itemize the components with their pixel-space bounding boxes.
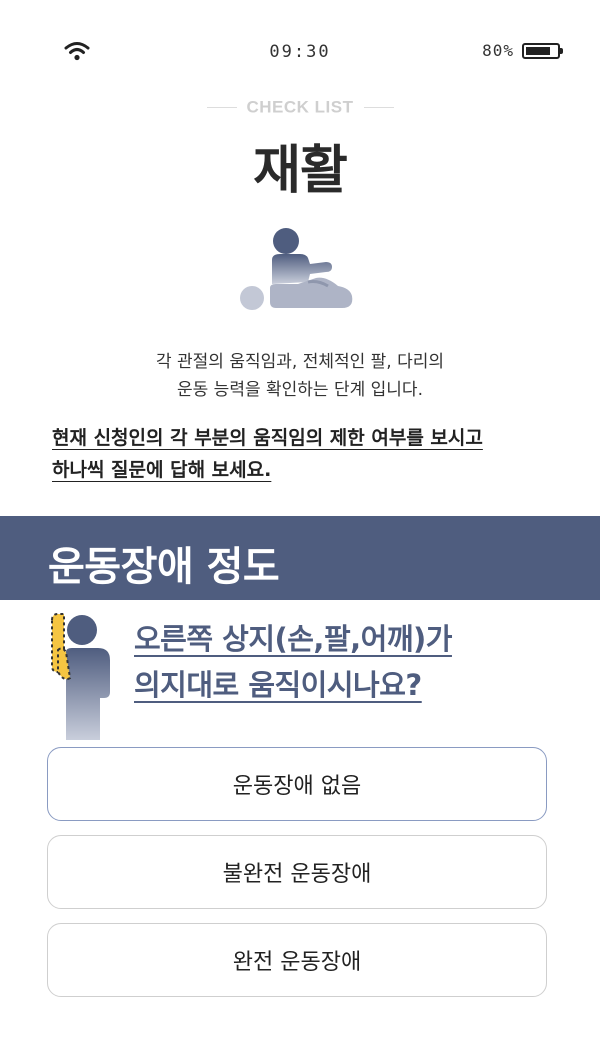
option-no-impairment[interactable]: 운동장애 없음	[47, 747, 547, 821]
upper-body-icon	[51, 613, 110, 740]
instruction-line: 하나씩 질문에 답해 보세요.	[52, 459, 272, 481]
battery-icon	[522, 42, 563, 59]
instruction: 현재 신청인의 각 부분의 움직임의 제한 여부를 보시고 하나씩 질문에 답해…	[52, 422, 552, 486]
eyebrow-text: CHECK LIST	[246, 97, 354, 117]
option-partial-impairment[interactable]: 불완전 운동장애	[47, 835, 547, 909]
divider	[363, 107, 394, 108]
page-title: 재활	[253, 141, 348, 201]
question-text: 오른쪽 상지(손,팔,어깨)가 의지대로 움직이시나요?	[134, 616, 554, 708]
description-line: 각 관절의 움직임과, 전체적인 팔, 다리의	[155, 352, 445, 372]
status-bar: 09:30 80%	[0, 0, 600, 100]
battery-indicator: 80%	[482, 41, 563, 60]
description-line: 운동 능력을 확인하는 단계 입니다.	[177, 380, 423, 400]
description: 각 관절의 움직임과, 전체적인 팔, 다리의 운동 능력을 확인하는 단계 입…	[0, 348, 600, 404]
option-complete-impairment[interactable]: 완전 운동장애	[47, 923, 547, 997]
checklist-eyebrow: CHECK LIST	[0, 97, 600, 118]
section-header: 운동장애 정도	[0, 516, 600, 600]
rehabilitation-icon	[240, 228, 353, 310]
battery-percent: 80%	[482, 41, 514, 60]
question-line: 의지대로 움직이시나요?	[134, 668, 422, 702]
divider	[206, 107, 237, 108]
section-title: 운동장애 정도	[48, 544, 280, 590]
question-line: 오른쪽 상지(손,팔,어깨)가	[134, 622, 452, 656]
instruction-line: 현재 신청인의 각 부분의 움직임의 제한 여부를 보시고	[52, 427, 483, 449]
battery-fill	[526, 46, 550, 55]
